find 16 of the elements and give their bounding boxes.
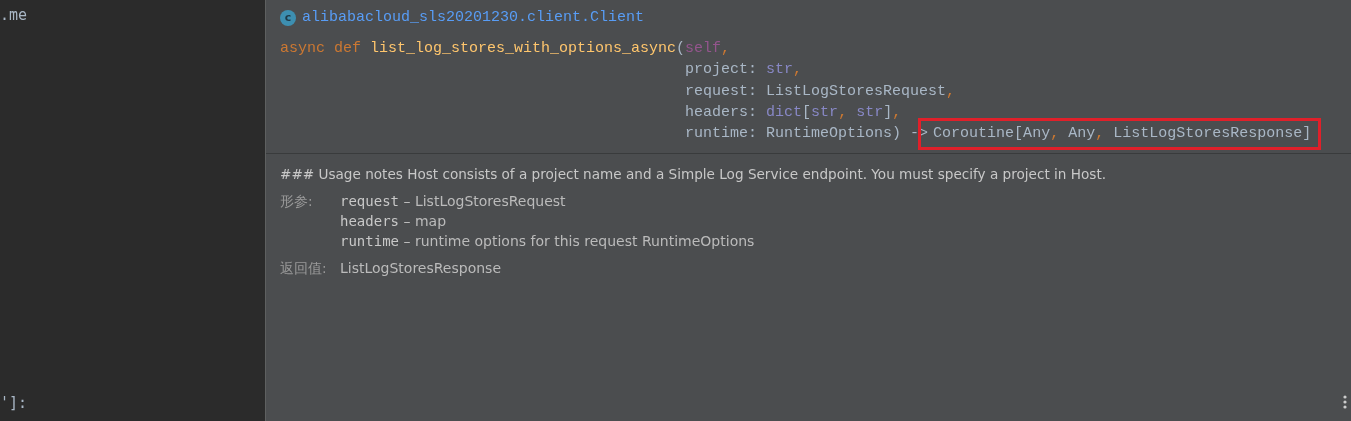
more-icon[interactable]: [1343, 395, 1347, 409]
class-icon: c: [280, 9, 296, 26]
code-line: request: ListLogStoresRequest,: [684, 81, 957, 102]
param-entry: headers – map: [340, 213, 448, 230]
param-entry: runtime – runtime options for this request RuntimeOptions: [340, 233, 756, 250]
params-label: 形参:: [280, 193, 314, 212]
returns-label: 返回值:: [280, 260, 328, 279]
code-line: headers: dict[str, str],: [684, 102, 903, 123]
return-type: ListLogStoresResponse: [340, 260, 502, 277]
description-text: ### Usage notes Host consists of a project name and a Simple Log Service endpoint. You must specify a project in Host.: [280, 166, 1108, 183]
code-line: ']:: [0, 394, 28, 412]
code-line: .me: [0, 6, 28, 24]
class-link[interactable]: alibabacloud_sls20201230.client.Client: [302, 9, 645, 26]
param-entry: request – ListLogStoresRequest: [340, 193, 567, 210]
code-line: async def list_log_stores_with_options_async(self,: [280, 39, 732, 59]
code-line: project: str,: [684, 60, 804, 81]
